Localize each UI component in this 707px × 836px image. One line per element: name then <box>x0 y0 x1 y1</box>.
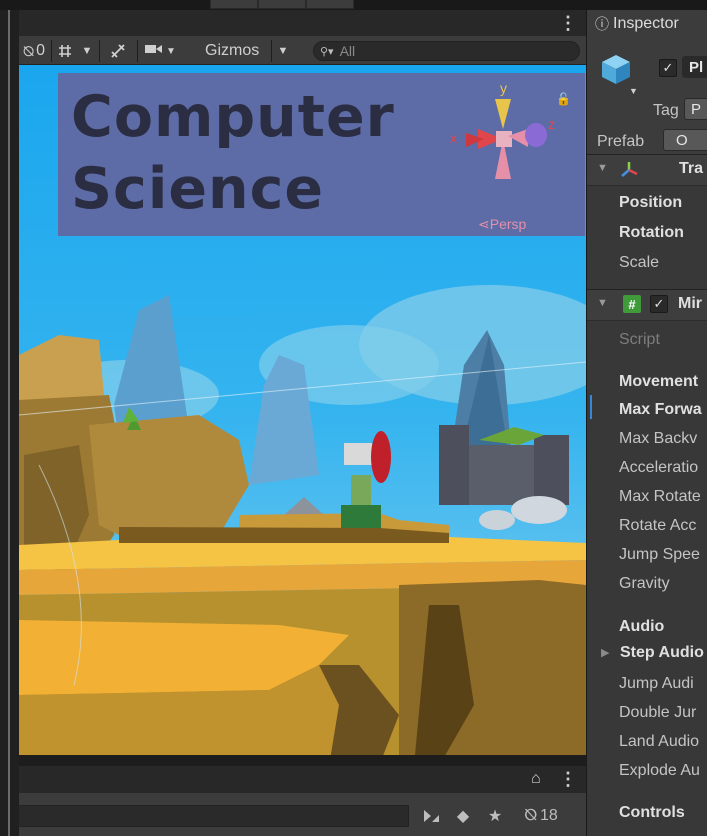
field-max-forward[interactable]: Max Forwa <box>619 401 707 419</box>
camera-dropdown[interactable]: ▼ <box>143 40 177 62</box>
foldout-arrow-icon: ▼ <box>597 162 608 174</box>
star-icon[interactable]: ★ <box>483 805 507 827</box>
tools-icon[interactable] <box>105 40 131 62</box>
title-overlay-panel: Computer Science y x z 🔓 ⋖Persp <box>58 73 585 236</box>
search-placeholder: All <box>339 43 356 59</box>
gizmo-y-label: y <box>500 81 507 96</box>
scene-search-input[interactable]: ⚲▾ All <box>313 41 580 61</box>
script-label: Script <box>619 331 660 348</box>
object-header: ▼ ✓ Pl Tag P Prefab O <box>587 38 707 158</box>
prefab-open-button[interactable]: O <box>663 129 707 151</box>
camera-icon <box>144 42 164 61</box>
prefab-label: Prefab <box>597 133 645 150</box>
active-checkbox[interactable]: ✓ <box>659 59 677 77</box>
grid-dropdown-icon[interactable]: ▼ <box>77 40 97 62</box>
scale-label[interactable]: Scale <box>619 254 707 272</box>
inspector-tab-label: Inspector <box>613 15 679 32</box>
orientation-gizmo-icon[interactable]: y x z <box>448 81 558 201</box>
title-line-1: Computer <box>71 84 395 150</box>
field-jump-audio[interactable]: Jump Audi <box>619 675 707 693</box>
scene-tab-bar: ⋮ <box>19 10 586 36</box>
field-explode-audio[interactable]: Explode Au <box>619 762 707 780</box>
grid-icon[interactable] <box>53 40 77 62</box>
field-rotate-acc[interactable]: Rotate Acc <box>619 517 707 535</box>
more-options-icon[interactable]: ⋮ <box>559 769 577 790</box>
scene-viewport[interactable]: Computer Science y x z 🔓 ⋖Persp <box>19 65 586 766</box>
tag-dropdown[interactable]: P <box>684 98 707 120</box>
transform-header[interactable]: ▼ Tra <box>587 154 707 186</box>
inspector-panel: ⓘ Inspector ▼ ✓ Pl Tag P Prefab O ▼ Tra … <box>586 10 707 836</box>
step-button[interactable] <box>306 0 354 9</box>
gizmo-z-label: z <box>548 116 555 132</box>
persp-label[interactable]: ⋖Persp <box>478 216 526 233</box>
field-land-audio[interactable]: Land Audio <box>619 733 707 751</box>
selected-row-indicator <box>590 395 592 419</box>
scene-toolbar: ⦰ 0 ▼ ▼ Gizmos ▼ ⚲▾ All <box>19 36 586 65</box>
scene-window: ⋮ ⦰ 0 ▼ ▼ Gizmos ▼ ⚲▾ All Computer Scien… <box>19 10 586 836</box>
gizmo-x-label: x <box>450 130 457 146</box>
title-text: Computer Science <box>71 81 395 225</box>
search-icon: ⚲▾ <box>320 45 334 58</box>
field-gravity[interactable]: Gravity <box>619 575 707 593</box>
hierarchy-tab-bar: ⌂ ⋮ <box>19 766 586 793</box>
scene-visibility-icon[interactable] <box>419 805 443 827</box>
movement-header: Movement <box>619 373 699 390</box>
scene-visibility-toggle[interactable]: ⦰ 0 <box>19 40 49 62</box>
transform-icon <box>621 162 638 177</box>
info-icon: ⓘ <box>595 16 609 32</box>
field-max-backward[interactable]: Max Backv <box>619 430 707 448</box>
panel-splitter[interactable] <box>8 10 10 836</box>
gizmos-label: Gizmos <box>205 42 260 59</box>
tab-inspector[interactable]: ⓘ Inspector <box>587 10 707 38</box>
icon-dropdown-icon[interactable]: ▼ <box>629 86 638 96</box>
eye-slash-icon: ⦰ <box>22 42 35 59</box>
script-hash-icon: # <box>623 295 641 313</box>
tag-icon[interactable]: ◆ <box>451 805 475 827</box>
field-acceleration[interactable]: Acceleratio <box>619 459 707 477</box>
left-panel-edge <box>0 10 19 836</box>
eye-slash-icon: ⦰ <box>524 807 538 824</box>
hidden-objects-count: 18 <box>540 807 558 824</box>
script-component-header[interactable]: ▼ # ✓ Mir <box>587 289 707 321</box>
hidden-count: 0 <box>36 42 46 59</box>
foldout-arrow-icon: ▼ <box>597 297 608 309</box>
gizmos-button[interactable]: Gizmos <box>181 40 259 62</box>
hierarchy-search-input[interactable] <box>19 805 409 827</box>
hierarchy-toolbar: ◆ ★ ⦰ 18 <box>19 793 586 836</box>
script-component-title: Mir <box>678 295 702 312</box>
chevron-down-icon: ▼ <box>166 45 176 57</box>
play-button[interactable] <box>210 0 258 9</box>
transform-title: Tra <box>679 160 704 177</box>
field-jump-speed[interactable]: Jump Spee <box>619 546 707 564</box>
foldout-right-icon[interactable]: ▶ <box>601 646 609 659</box>
top-strip <box>0 0 707 10</box>
gameobject-cube-icon[interactable] <box>599 52 633 88</box>
field-max-rotate[interactable]: Max Rotate <box>619 488 707 506</box>
field-step-audio[interactable]: Step Audio <box>620 644 707 662</box>
inspector-tab-bar: ⓘ Inspector <box>587 10 707 38</box>
persp-icon: ⋖ <box>478 216 490 232</box>
audio-header: Audio <box>619 618 665 635</box>
more-options-icon[interactable]: ⋮ <box>559 13 577 33</box>
hidden-objects-toggle[interactable]: ⦰ 18 <box>513 805 569 827</box>
lock-icon[interactable]: 🔓 <box>556 92 571 106</box>
controls-header: Controls <box>619 804 685 821</box>
component-enabled-checkbox[interactable]: ✓ <box>650 295 668 313</box>
pause-button[interactable] <box>258 0 306 9</box>
gizmos-dropdown-icon[interactable]: ▼ <box>273 40 293 62</box>
object-name-field[interactable]: Pl <box>682 56 707 78</box>
field-double-jump[interactable]: Double Jur <box>619 704 707 722</box>
rotation-label[interactable]: Rotation <box>619 224 707 242</box>
title-line-2: Science <box>71 156 325 222</box>
lock-icon[interactable]: ⌂ <box>531 770 541 788</box>
position-label[interactable]: Position <box>619 194 707 212</box>
